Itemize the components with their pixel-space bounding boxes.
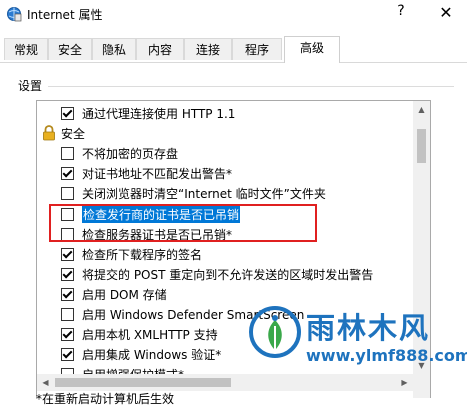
checkbox[interactable] xyxy=(61,248,74,261)
lock-icon xyxy=(43,125,55,141)
list-item[interactable]: 不将加密的页存盘 xyxy=(37,143,412,163)
checkbox[interactable] xyxy=(61,308,74,321)
tab-general[interactable]: 常规 xyxy=(4,38,48,60)
checkbox[interactable] xyxy=(61,328,74,341)
tab-advanced[interactable]: 高级 xyxy=(284,36,340,63)
scroll-right-arrow-icon[interactable]: ▶ xyxy=(396,374,413,391)
list-item-label: 启用增强保护模式* xyxy=(82,366,184,374)
horizontal-scrollbar[interactable]: ◀ ▶ xyxy=(37,374,413,391)
title-bar: Internet 属性 ? ✕ xyxy=(0,0,467,28)
annotation-box xyxy=(49,204,317,242)
category-security: 安全 xyxy=(37,123,412,143)
list-item-label: 关闭浏览器时清空“Internet 临时文件”文件夹 xyxy=(82,187,326,201)
checkbox[interactable] xyxy=(61,288,74,301)
tab-privacy[interactable]: 隐私 xyxy=(92,38,136,60)
window-title: Internet 属性 xyxy=(27,8,103,22)
list-item-label: 不将加密的页存盘 xyxy=(82,147,179,161)
close-button[interactable]: ✕ xyxy=(434,2,458,24)
list-item[interactable]: 关闭浏览器时清空“Internet 临时文件”文件夹 xyxy=(37,183,412,203)
checkbox[interactable] xyxy=(61,147,74,160)
help-button[interactable]: ? xyxy=(392,3,410,23)
list-item-label: 对证书地址不匹配发出警告* xyxy=(82,167,233,181)
footer-note: *在重新启动计算机后生效 xyxy=(36,392,175,406)
tab-security[interactable]: 安全 xyxy=(48,38,92,60)
list-item-label: 通过代理连接使用 HTTP 1.1 xyxy=(82,107,236,121)
list-item-label: 启用本机 XMLHTTP 支持 xyxy=(82,328,218,342)
list-item[interactable]: 将提交的 POST 重定向到不允许发送的区域时发出警告 xyxy=(37,264,412,284)
list-item[interactable]: 对证书地址不匹配发出警告* xyxy=(37,163,412,183)
internet-options-icon xyxy=(7,7,22,22)
list-item-label: 检查所下载程序的签名 xyxy=(82,248,203,262)
group-divider xyxy=(48,86,454,87)
tab-programs[interactable]: 程序 xyxy=(232,38,282,60)
tab-strip: 常规 安全 隐私 内容 连接 程序 高级 xyxy=(0,36,467,63)
vertical-scroll-thumb[interactable] xyxy=(417,129,426,163)
checkbox[interactable] xyxy=(61,268,74,281)
list-item-label: 将提交的 POST 重定向到不允许发送的区域时发出警告 xyxy=(82,268,374,282)
tab-content[interactable]: 内容 xyxy=(136,38,184,60)
list-item-label: 启用 DOM 存储 xyxy=(82,288,167,302)
category-label: 安全 xyxy=(61,127,86,141)
list-item[interactable]: 检查所下载程序的签名 xyxy=(37,244,412,264)
checkbox[interactable] xyxy=(61,167,74,180)
tab-connections[interactable]: 连接 xyxy=(184,38,232,60)
watermark-url: www.ylmf888.com xyxy=(306,346,467,365)
watermark-logo xyxy=(249,306,301,358)
horizontal-scroll-thumb[interactable] xyxy=(55,378,231,387)
watermark-brand: 雨林木风 xyxy=(306,311,431,345)
settings-group-label: 设置 xyxy=(18,79,43,93)
list-item[interactable]: 通过代理连接使用 HTTP 1.1 xyxy=(37,103,412,123)
checkbox[interactable] xyxy=(61,348,74,361)
scroll-left-arrow-icon[interactable]: ◀ xyxy=(37,374,54,391)
scroll-up-arrow-icon[interactable]: ▲ xyxy=(413,101,430,118)
list-item[interactable]: 启用 DOM 存储 xyxy=(37,284,412,304)
checkbox[interactable] xyxy=(61,187,74,200)
list-item-label: 启用集成 Windows 验证* xyxy=(82,348,222,362)
list-item[interactable]: 启用增强保护模式* xyxy=(37,364,412,374)
checkbox[interactable] xyxy=(61,107,74,120)
